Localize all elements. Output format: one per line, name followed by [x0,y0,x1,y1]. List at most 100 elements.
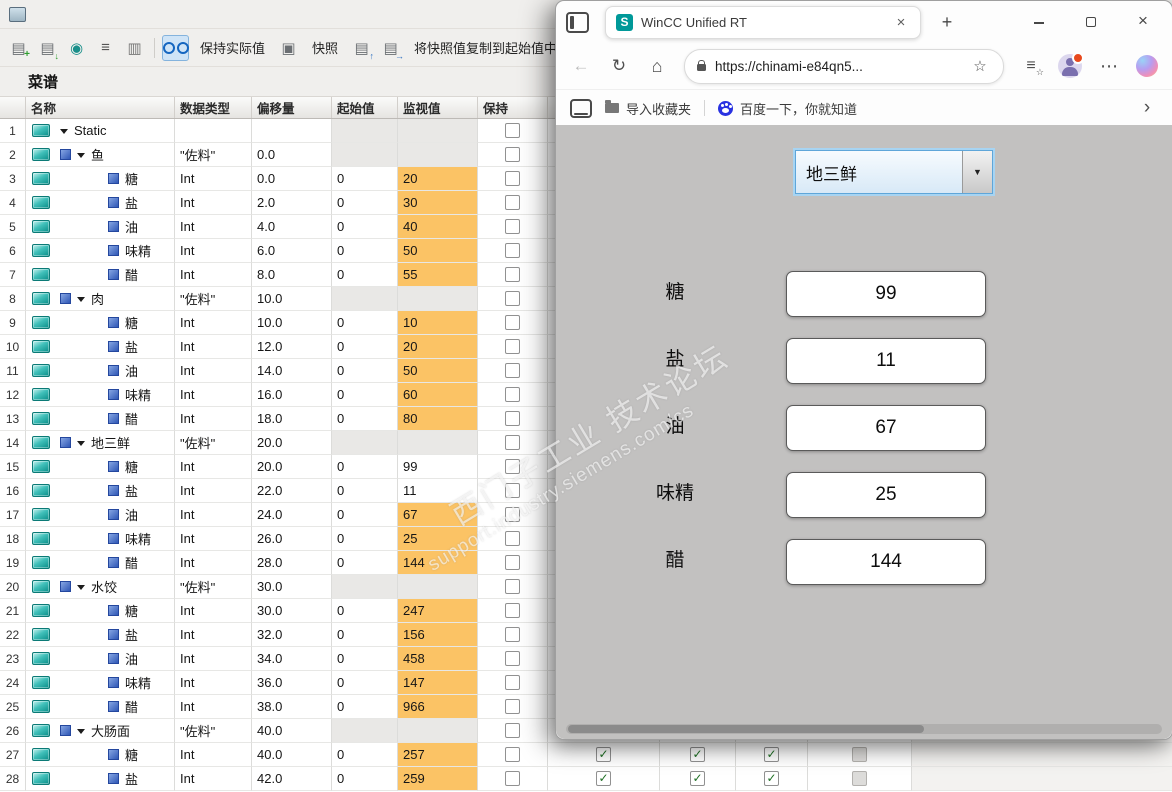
retain-checkbox[interactable] [505,483,520,498]
name-cell[interactable]: 油 [26,215,175,239]
datatype-cell[interactable]: Int [175,551,252,575]
monitor-value-cell[interactable] [398,719,478,743]
name-cell[interactable]: 醋 [26,263,175,287]
offset-cell[interactable]: 0.0 [252,167,332,191]
datatype-cell[interactable]: Int [175,671,252,695]
chevron-right-icon[interactable] [1136,97,1158,119]
row-number[interactable]: 9 [0,311,26,335]
start-value-cell[interactable]: 0 [332,383,398,407]
bookmark-baidu[interactable]: 百度一下，你就知道 [718,99,857,118]
datatype-cell[interactable]: Int [175,647,252,671]
offset-cell[interactable]: 32.0 [252,623,332,647]
home-icon[interactable] [646,55,668,77]
monitor-value-cell[interactable]: 55 [398,263,478,287]
offset-cell[interactable]: 34.0 [252,647,332,671]
hmi-checkbox-3[interactable] [764,747,779,762]
monitor-once-icon[interactable] [64,36,89,60]
start-value-cell[interactable]: 0 [332,743,398,767]
row-number[interactable]: 10 [0,335,26,359]
retain-checkbox[interactable] [505,123,520,138]
monitor-value-cell[interactable]: 50 [398,239,478,263]
name-cell[interactable]: 油 [26,359,175,383]
dropdown-arrow-icon[interactable] [962,151,992,193]
monitor-value-cell[interactable] [398,143,478,167]
hmi-checkbox-1[interactable] [596,771,611,786]
start-value-cell[interactable]: 0 [332,215,398,239]
datatype-cell[interactable]: Int [175,455,252,479]
retain-checkbox[interactable] [505,651,520,666]
monitor-value-cell[interactable]: 40 [398,215,478,239]
start-value-cell[interactable]: 0 [332,695,398,719]
row-number[interactable]: 23 [0,647,26,671]
datatype-cell[interactable]: Int [175,359,252,383]
start-value-cell[interactable]: 0 [332,527,398,551]
start-value-cell[interactable] [332,431,398,455]
collections-panel-icon[interactable] [570,98,592,118]
offset-cell[interactable]: 4.0 [252,215,332,239]
row-number[interactable]: 28 [0,767,26,791]
page-scrollbar-thumb[interactable] [568,725,924,733]
load-snapshot-icon[interactable] [349,36,375,61]
retain-checkbox[interactable] [505,723,520,738]
modify-values-icon[interactable] [93,36,118,60]
header-datatype[interactable]: 数据类型 [175,97,252,118]
monitor-value-cell[interactable] [398,287,478,311]
row-number[interactable]: 13 [0,407,26,431]
hmi-checkbox-3[interactable] [764,771,779,786]
start-value-cell[interactable] [332,143,398,167]
expand-arrow-icon[interactable] [77,728,85,734]
profile-avatar[interactable] [1058,52,1084,78]
monitor-value-cell[interactable] [398,575,478,599]
retain-checkbox[interactable] [505,603,520,618]
offset-cell[interactable]: 14.0 [252,359,332,383]
offset-cell[interactable]: 42.0 [252,767,332,791]
start-value-cell[interactable]: 0 [332,599,398,623]
start-value-cell[interactable]: 0 [332,359,398,383]
name-cell[interactable]: 味精 [26,239,175,263]
start-value-cell[interactable]: 0 [332,623,398,647]
row-number[interactable]: 16 [0,479,26,503]
start-value-cell[interactable]: 0 [332,263,398,287]
row-number[interactable]: 27 [0,743,26,767]
datatype-cell[interactable]: Int [175,263,252,287]
offset-cell[interactable]: 28.0 [252,551,332,575]
row-number[interactable]: 24 [0,671,26,695]
retain-checkbox[interactable] [505,243,520,258]
favorites-hub-icon[interactable] [1020,55,1044,78]
datatype-cell[interactable]: Int [175,311,252,335]
hmi-checkbox-2[interactable] [690,747,705,762]
name-cell[interactable]: 味精 [26,671,175,695]
offset-cell[interactable]: 38.0 [252,695,332,719]
offset-cell[interactable]: 40.0 [252,743,332,767]
monitor-value-cell[interactable]: 458 [398,647,478,671]
offset-cell[interactable]: 12.0 [252,335,332,359]
tab-actions-icon[interactable] [566,11,589,33]
offset-cell[interactable]: 6.0 [252,239,332,263]
row-number[interactable]: 11 [0,359,26,383]
page-scrollbar-track[interactable] [566,724,1162,734]
expand-arrow-icon[interactable] [77,584,85,590]
offset-cell[interactable]: 10.0 [252,311,332,335]
datatype-cell[interactable]: "佐料" [175,575,252,599]
retain-checkbox[interactable] [505,267,520,282]
start-value-cell[interactable]: 0 [332,335,398,359]
offset-cell[interactable]: 22.0 [252,479,332,503]
retain-checkbox[interactable] [505,171,520,186]
offset-cell[interactable]: 16.0 [252,383,332,407]
offset-cell[interactable]: 10.0 [252,287,332,311]
datatype-cell[interactable]: Int [175,503,252,527]
retain-checkbox[interactable] [505,315,520,330]
more-menu-icon[interactable] [1098,55,1120,77]
monitor-value-cell[interactable]: 80 [398,407,478,431]
offset-cell[interactable]: 26.0 [252,527,332,551]
offset-cell[interactable] [252,119,332,143]
start-value-cell[interactable]: 0 [332,767,398,791]
retain-checkbox[interactable] [505,339,520,354]
snapshot-icon[interactable] [276,36,301,60]
snapshot-button[interactable]: 快照 [305,35,345,60]
expand-arrow-icon[interactable] [60,128,68,134]
retain-checkbox[interactable] [505,747,520,762]
field-input[interactable]: 67 [786,405,986,451]
row-number[interactable]: 18 [0,527,26,551]
monitor-value-cell[interactable] [398,431,478,455]
